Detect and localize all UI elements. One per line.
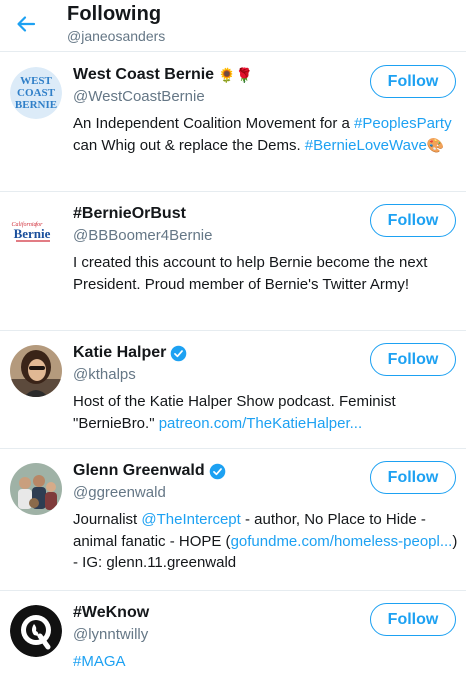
avatar[interactable] xyxy=(10,463,62,515)
user-cell[interactable]: Katie Halper @kthalps Follow Host of the… xyxy=(0,331,466,449)
username: @kthalps xyxy=(73,366,136,383)
verified-badge-icon xyxy=(170,345,187,362)
bernie-logo-icon: California for Bernie xyxy=(10,206,62,258)
name-row: Glenn Greenwald xyxy=(73,462,226,480)
avatar[interactable] xyxy=(10,345,62,397)
name-row: Katie Halper xyxy=(73,344,187,362)
name-row: #BernieOrBust xyxy=(73,205,186,223)
username: @BBBoomer4Bernie xyxy=(73,227,213,244)
page-subtitle: @janeosanders xyxy=(67,28,166,44)
hashtag-link[interactable]: #PeoplesParty xyxy=(354,115,452,132)
svg-text:WEST: WEST xyxy=(20,75,52,87)
group-photo-icon xyxy=(10,463,62,515)
back-arrow-icon xyxy=(17,16,36,32)
bio-emoji: 🎨 xyxy=(426,136,445,153)
username: @ggreenwald xyxy=(73,484,166,501)
verified-badge-icon xyxy=(209,463,226,480)
avatar[interactable] xyxy=(10,605,62,657)
svg-text:COAST: COAST xyxy=(17,87,56,99)
avatar[interactable]: California for Bernie xyxy=(10,206,62,258)
url-link[interactable]: patreon.com/TheKatieHalper... xyxy=(159,415,362,432)
following-list: WEST COAST BERNIE West Coast Bernie 🌻🌹 @… xyxy=(0,53,466,680)
q-logo-icon xyxy=(10,605,62,657)
name-row: #WeKnow xyxy=(73,604,149,622)
page-title: Following xyxy=(67,3,162,25)
bio-text: Journalist xyxy=(73,511,142,528)
display-name: West Coast Bernie xyxy=(73,66,215,83)
back-button[interactable] xyxy=(12,10,40,38)
svg-text:Bernie: Bernie xyxy=(14,226,51,241)
user-cell[interactable]: California for Bernie #BernieOrBust @BBB… xyxy=(0,192,466,331)
user-cell[interactable]: WEST COAST BERNIE West Coast Bernie 🌻🌹 @… xyxy=(0,53,466,192)
url-link[interactable]: gofundme.com/homeless-peopl... xyxy=(231,533,453,550)
display-name: #BernieOrBust xyxy=(73,205,186,222)
display-name: #WeKnow xyxy=(73,604,150,621)
bio: #MAGA xyxy=(73,651,458,673)
bio: I created this account to help Bernie be… xyxy=(73,252,458,295)
display-name: Katie Halper xyxy=(73,344,167,361)
follow-button[interactable]: Follow xyxy=(370,204,456,237)
follow-button[interactable]: Follow xyxy=(370,461,456,494)
avatar[interactable]: WEST COAST BERNIE xyxy=(10,67,62,119)
bio: Journalist @TheIntercept - author, No Pl… xyxy=(73,509,458,574)
hashtag-link[interactable]: #BernieLoveWave xyxy=(305,137,427,154)
follow-button[interactable]: Follow xyxy=(370,603,456,636)
mention-link[interactable]: @TheIntercept xyxy=(141,511,240,528)
follow-button[interactable]: Follow xyxy=(370,65,456,98)
username: @lynntwilly xyxy=(73,626,149,643)
bio-text: An Independent Coalition Movement for a xyxy=(73,115,355,132)
username: @WestCoastBernie xyxy=(73,88,205,105)
bio-text: can Whig out & replace the Dems. xyxy=(73,136,305,154)
hashtag-link[interactable]: #MAGA xyxy=(73,653,126,670)
name-emoji: 🌻🌹 xyxy=(218,66,253,83)
west-coast-bernie-logo-icon: WEST COAST BERNIE xyxy=(10,67,62,119)
follow-button[interactable]: Follow xyxy=(370,343,456,376)
svg-text:BERNIE: BERNIE xyxy=(15,99,57,111)
name-row: West Coast Bernie 🌻🌹 xyxy=(73,66,253,84)
bio-text: I created this account to help Bernie be… xyxy=(73,254,428,293)
user-cell[interactable]: #WeKnow @lynntwilly Follow #MAGA xyxy=(0,591,466,680)
person-photo-icon xyxy=(10,345,62,397)
bio: Host of the Katie Halper Show podcast. F… xyxy=(73,391,458,434)
display-name: Glenn Greenwald xyxy=(73,462,205,479)
top-bar: Following @janeosanders xyxy=(0,0,466,52)
bio: An Independent Coalition Movement for a … xyxy=(73,113,458,156)
user-cell[interactable]: Glenn Greenwald @ggreenwald Follow Journ… xyxy=(0,449,466,591)
